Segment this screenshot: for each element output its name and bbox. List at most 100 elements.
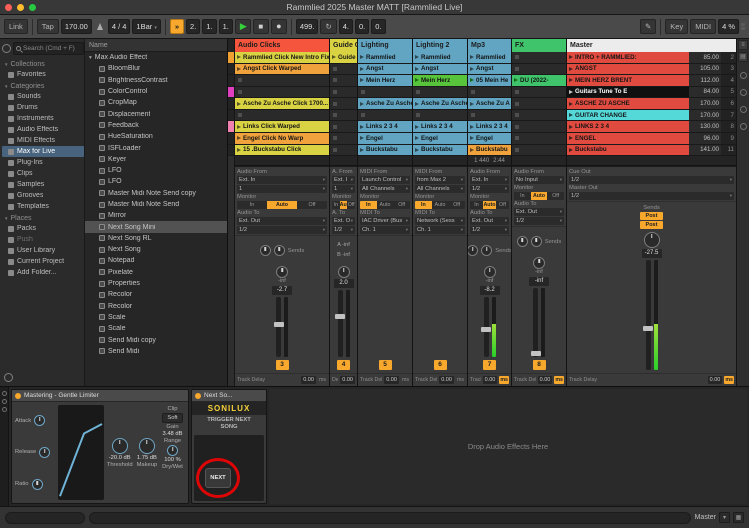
clip-stop-button[interactable] (333, 90, 337, 94)
sidebar-item-packs[interactable]: Packs (2, 223, 84, 234)
track-delay-field[interactable]: 0.00 (538, 376, 553, 384)
volume-field[interactable]: 2.0 (334, 279, 354, 288)
clip-slot[interactable] (330, 121, 357, 133)
fader-handle[interactable] (335, 314, 345, 319)
scene-launch-triangle-icon[interactable] (569, 55, 573, 59)
browser-item-recolor[interactable]: Recolor (85, 301, 227, 312)
monitor-option-auto[interactable]: Auto (377, 201, 394, 209)
clip-angst-click-warped[interactable]: Angst Click Warped (235, 64, 329, 75)
monitor-switch[interactable]: InAutoOff (237, 201, 327, 209)
clip-slot[interactable]: Rammlied (413, 52, 467, 64)
mixer-section-toggle[interactable] (740, 72, 747, 79)
clip-slot[interactable]: Rammlied (468, 52, 511, 64)
tempo-field[interactable]: 170.00 (61, 19, 92, 34)
cue-post-toggle[interactable]: Post (640, 221, 664, 229)
clip-asche-zu-asche[interactable]: Asche Zu Asche (413, 98, 467, 109)
clip-15-buckstabu-click[interactable]: 15 .Buckstabu Click (235, 145, 329, 156)
expander-caret-icon[interactable]: ▾ (89, 55, 92, 61)
scene-tempo[interactable]: 130.00 (689, 121, 721, 132)
position-beats-field[interactable]: 1. (202, 19, 216, 34)
browser-item-isfloader[interactable]: ISFLoader (85, 142, 227, 153)
loop-start-field[interactable]: 499. (296, 19, 319, 34)
monitor-option-in[interactable]: In (237, 201, 267, 209)
link-button[interactable]: Link (4, 19, 28, 34)
send-b-knob[interactable] (274, 245, 285, 256)
track-activator[interactable]: 8 (533, 360, 546, 370)
scene-launch-triangle-icon[interactable] (569, 113, 573, 117)
track-delay-field[interactable]: 0.00 (301, 376, 316, 384)
clip-stop-button[interactable] (238, 113, 242, 117)
monitor-switch[interactable]: InAutoOff (332, 201, 355, 209)
device-header[interactable]: Next So... (192, 390, 266, 402)
scene-launch-triangle-icon[interactable] (569, 67, 573, 71)
clip-slot[interactable] (512, 110, 566, 122)
makeup-value[interactable]: 1.75 dB (137, 455, 157, 461)
scene-launch-triangle-icon[interactable] (569, 148, 573, 152)
track-delay-unit-toggle[interactable]: ms (554, 376, 564, 384)
clip-asche-zu-asche-click-1700[interactable]: Asche Zu Asche Click 1700... (235, 98, 329, 109)
sidebar-item-instruments[interactable]: Instruments (2, 113, 84, 124)
track-header[interactable]: FX (512, 39, 566, 52)
clip-slot[interactable]: Angst (413, 64, 467, 76)
clip-stop-button[interactable] (238, 90, 242, 94)
track-delay-field[interactable]: 0.00 (439, 376, 454, 384)
monitor-switch[interactable]: InAutoOff (470, 201, 509, 209)
clip-slot[interactable]: Links 2 3 4 (413, 121, 467, 133)
browser-item-feedback[interactable]: Feedback (85, 120, 227, 131)
browser-name-header[interactable]: Name (85, 39, 227, 52)
track-activator[interactable]: 6 (434, 360, 447, 370)
browser-item-scale[interactable]: Scale (85, 312, 227, 323)
monitor-option-in[interactable]: In (360, 201, 377, 209)
fader-handle[interactable] (481, 327, 491, 332)
clip-slot[interactable]: Mein Herz (413, 75, 467, 87)
clip-slot[interactable]: Links 2 3 4 (468, 121, 511, 133)
clip-angst[interactable]: Angst (358, 64, 412, 75)
scene-tempo[interactable]: 141.00 (689, 145, 721, 156)
midi-map-button[interactable]: MIDI (690, 19, 716, 34)
time-signature-field[interactable]: 4 / 4 (108, 19, 131, 34)
drywet-knob[interactable] (167, 445, 178, 456)
device-activator[interactable] (195, 393, 201, 399)
track-header[interactable]: Audio Clicks (235, 39, 329, 52)
sidebar-item-midi-effects[interactable]: MIDI Effects (2, 135, 84, 146)
clip-slot[interactable] (512, 98, 566, 110)
gain-value[interactable]: 3.48 dB (163, 431, 183, 437)
clip-stop-button[interactable] (333, 148, 337, 152)
clip-slot[interactable] (468, 87, 511, 99)
sidebar-item-sounds[interactable]: Sounds (2, 91, 84, 102)
threshold-value[interactable]: -20.0 dB (109, 455, 131, 461)
group-slot[interactable] (228, 98, 234, 110)
browser-item-displacement[interactable]: Displacement (85, 108, 227, 119)
loop-length-beats-field[interactable]: 0. (355, 19, 369, 34)
release-knob[interactable] (39, 447, 50, 458)
volume-fader[interactable] (276, 297, 281, 357)
input-chooser[interactable]: Ext. In▾ (237, 176, 327, 184)
scene-tempo[interactable]: 105.00 (689, 64, 721, 75)
input-chooser[interactable]: Launch Control▾ (360, 176, 410, 184)
scene-tempo[interactable]: 170.00 (689, 98, 721, 109)
track-delay-unit-toggle[interactable]: ms (499, 376, 509, 384)
device-drop-area[interactable]: Drop Audio Effects Here (269, 389, 747, 504)
sidebar-item-plug-ins[interactable]: Plug-Ins (2, 157, 84, 168)
clip-slot[interactable]: Asche Zu Asche Click 1700... (235, 98, 329, 110)
track-delay-field[interactable]: 0.00 (708, 376, 723, 384)
device-view-tab[interactable] (2, 391, 7, 396)
clip-slot[interactable]: Asche Zu Asche (413, 98, 467, 110)
play-button[interactable]: ▶ (235, 19, 251, 34)
browser-item-next-song[interactable]: Next Song (85, 244, 227, 255)
cue-post-toggle[interactable]: Post (640, 212, 664, 220)
track-delay-field[interactable]: 0.00 (340, 376, 355, 384)
output-chooser[interactable]: IAC Driver (Bus▾ (360, 217, 410, 225)
clip-slot[interactable]: DU (2022- (512, 75, 566, 87)
browser-item-pixelate[interactable]: Pixelate (85, 267, 227, 278)
output-channel-chooser[interactable]: 1/2▾ (514, 217, 564, 225)
group-slot[interactable] (228, 121, 234, 133)
scene-slot-intro-rammlied[interactable]: INTRO + RAMMLIED:85.002 (567, 52, 736, 64)
clip-stop-button[interactable] (515, 67, 519, 71)
browser-item-bloomblur[interactable]: BloomBlur (85, 63, 227, 74)
clip-rammlied[interactable]: Rammlied (413, 52, 467, 63)
scene-launch-triangle-icon[interactable] (569, 136, 573, 140)
clip-slot[interactable]: Buckstabu (358, 145, 412, 157)
next-button[interactable]: NEXT (205, 468, 231, 488)
metronome-icon[interactable] (97, 23, 103, 30)
